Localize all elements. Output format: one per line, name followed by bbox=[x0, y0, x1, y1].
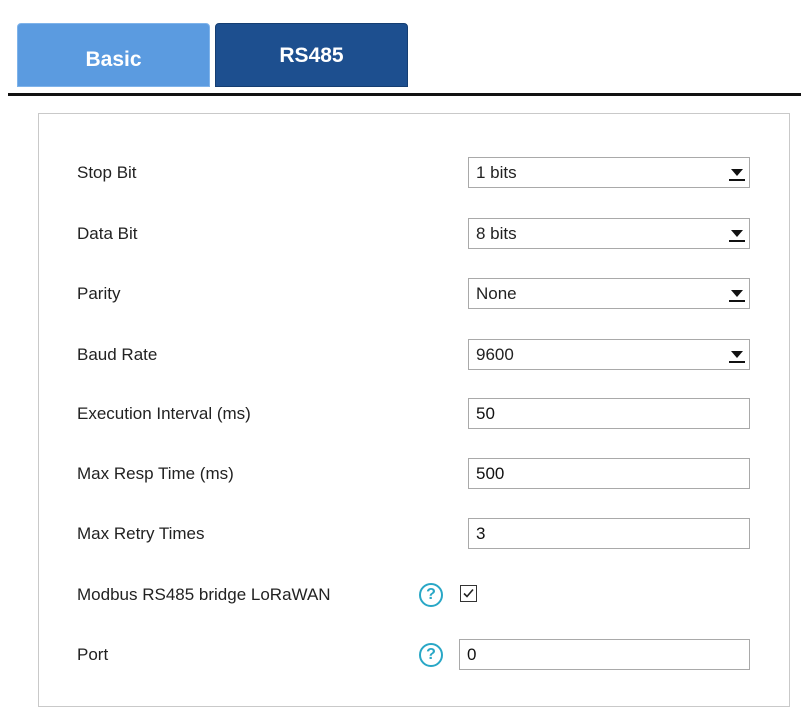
chevron-down-icon[interactable] bbox=[727, 221, 747, 246]
chevron-down-icon[interactable] bbox=[727, 160, 747, 185]
stop-bit-row: Stop Bit 1 bits bbox=[39, 153, 789, 193]
data-bit-label: Data Bit bbox=[77, 224, 138, 243]
parity-value: None bbox=[476, 284, 517, 303]
question-circle-icon[interactable]: ? bbox=[419, 643, 443, 667]
tab-basic[interactable]: Basic bbox=[17, 23, 210, 87]
checkmark-icon bbox=[463, 588, 474, 598]
max-resp-time-row: Max Resp Time (ms) 500 bbox=[39, 454, 789, 494]
data-bit-row: Data Bit 8 bits bbox=[39, 214, 789, 254]
max-retry-times-row: Max Retry Times 3 bbox=[39, 514, 789, 554]
chevron-down-icon[interactable] bbox=[727, 342, 747, 367]
baud-rate-row: Baud Rate 9600 bbox=[39, 335, 789, 375]
tab-divider bbox=[8, 93, 801, 96]
stop-bit-label: Stop Bit bbox=[77, 163, 137, 182]
execution-interval-row: Execution Interval (ms) 50 bbox=[39, 394, 789, 434]
question-circle-icon[interactable]: ? bbox=[419, 583, 443, 607]
max-resp-time-input[interactable]: 500 bbox=[468, 458, 750, 489]
baud-rate-label: Baud Rate bbox=[77, 345, 158, 364]
rs485-settings-panel: Stop Bit 1 bits Data Bit 8 bits Parity N… bbox=[38, 113, 790, 707]
tab-basic-label: Basic bbox=[85, 48, 142, 71]
bridge-lorawan-row: Modbus RS485 bridge LoRaWAN ? bbox=[39, 575, 789, 615]
port-label: Port bbox=[77, 645, 109, 664]
parity-label: Parity bbox=[77, 284, 121, 303]
port-input[interactable]: 0 bbox=[459, 639, 750, 670]
data-bit-value: 8 bits bbox=[476, 224, 517, 243]
stop-bit-select[interactable]: 1 bits bbox=[468, 157, 750, 188]
max-resp-time-label: Max Resp Time (ms) bbox=[77, 464, 234, 483]
max-retry-times-label: Max Retry Times bbox=[77, 524, 205, 543]
bridge-lorawan-label: Modbus RS485 bridge LoRaWAN bbox=[77, 585, 331, 604]
tab-rs485-label: RS485 bbox=[279, 44, 344, 67]
parity-row: Parity None bbox=[39, 274, 789, 314]
tab-bar: Basic RS485 bbox=[0, 0, 801, 100]
baud-rate-select[interactable]: 9600 bbox=[468, 339, 750, 370]
execution-interval-input[interactable]: 50 bbox=[468, 398, 750, 429]
bridge-lorawan-checkbox[interactable] bbox=[460, 585, 477, 602]
tab-rs485[interactable]: RS485 bbox=[215, 23, 408, 87]
baud-rate-value: 9600 bbox=[476, 345, 514, 364]
parity-select[interactable]: None bbox=[468, 278, 750, 309]
stop-bit-value: 1 bits bbox=[476, 163, 517, 182]
chevron-down-icon[interactable] bbox=[727, 281, 747, 306]
port-row: Port ? 0 bbox=[39, 635, 789, 675]
data-bit-select[interactable]: 8 bits bbox=[468, 218, 750, 249]
max-retry-times-input[interactable]: 3 bbox=[468, 518, 750, 549]
execution-interval-label: Execution Interval (ms) bbox=[77, 404, 251, 423]
